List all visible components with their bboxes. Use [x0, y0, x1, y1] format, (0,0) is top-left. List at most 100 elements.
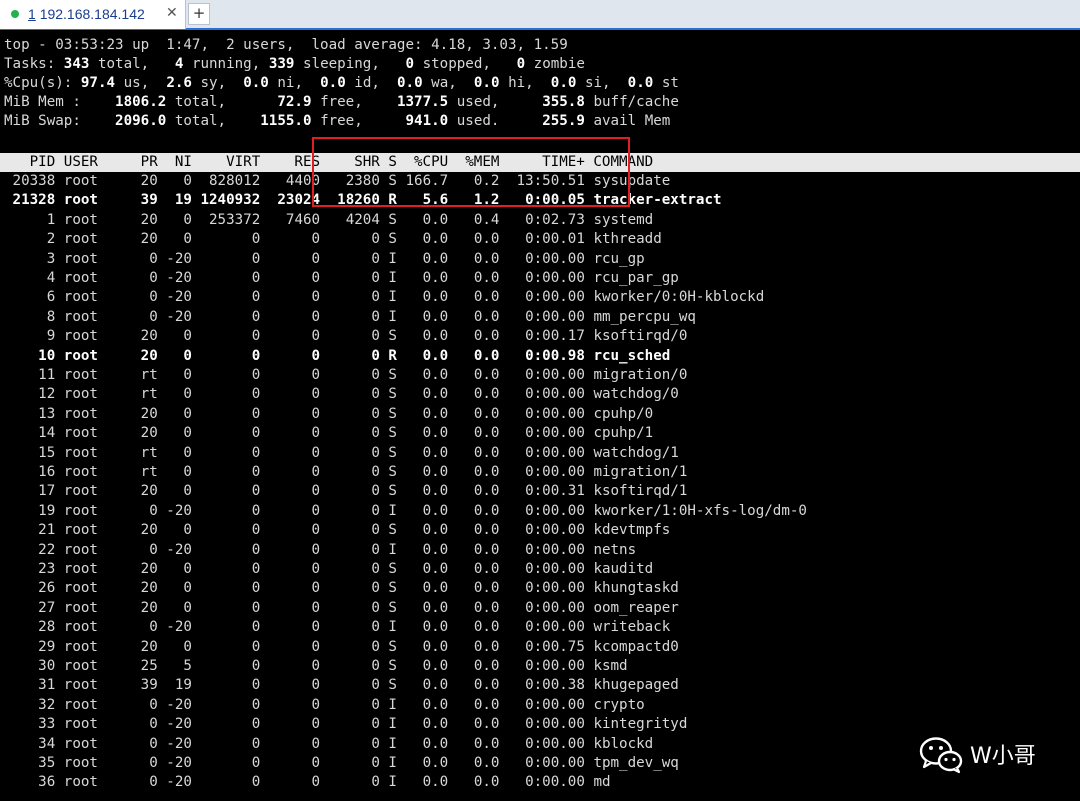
- cell-user: root: [63, 231, 133, 248]
- cell-ni: 0: [157, 464, 192, 480]
- cell-virt: 253372: [191, 211, 261, 228]
- cell-s: I: [379, 502, 397, 519]
- cell-cpu: 0.0: [396, 308, 449, 325]
- cell-mem: 0.0: [448, 716, 500, 733]
- cell-ni: 0: [157, 367, 192, 383]
- cell-ni: 0: [157, 386, 192, 403]
- cell-s: S: [379, 464, 397, 480]
- tab-bar: 1 192.168.184.142 ✕ +: [0, 0, 1080, 30]
- cell-cpu: 0.0: [396, 716, 449, 733]
- cell-s: S: [379, 367, 397, 383]
- cell-s: I: [379, 774, 397, 791]
- cell-shr: 0: [320, 755, 380, 771]
- cell-pid: 3: [4, 250, 56, 267]
- cell-mem: 0.0: [448, 638, 500, 655]
- cell-virt: 0: [191, 289, 261, 306]
- cell-pr: 0: [132, 735, 158, 752]
- close-tab-icon[interactable]: ✕: [166, 5, 178, 21]
- table-row: 21 root 20 0 0 0 0 S 0.0 0.0 0:00.00 kde…: [4, 521, 670, 540]
- cell-res: 0: [260, 677, 321, 694]
- table-row: 21328 root 39 19 1240932 23024 18260 R 5…: [4, 191, 722, 210]
- cell-pid: 4: [4, 270, 56, 286]
- cell-s: S: [379, 677, 397, 694]
- terminal-window[interactable]: top - 03:53:23 up 1:47, 2 users, load av…: [0, 30, 1080, 801]
- new-tab-button[interactable]: +: [188, 3, 210, 25]
- cell-shr: 0: [320, 464, 380, 480]
- table-row: 20338 root 20 0 828012 4400 2380 S 166.7…: [4, 172, 671, 191]
- cell-pr: 0: [132, 696, 158, 713]
- cell-res: 0: [260, 444, 321, 461]
- cell-user: root: [63, 716, 133, 733]
- cell-time: 13:50.51: [499, 173, 585, 189]
- cell-s: I: [379, 716, 397, 733]
- cell-shr: 0: [320, 580, 380, 597]
- cell-ni: 0: [157, 599, 192, 616]
- cell-pid: 35: [4, 755, 56, 771]
- cell-pr: 20: [132, 211, 158, 228]
- table-row: 29 root 20 0 0 0 0 S 0.0 0.0 0:00.75 kco…: [4, 638, 679, 657]
- cell-time: 0:00.00: [499, 425, 585, 442]
- cell-cmd: kauditd: [593, 561, 654, 577]
- cell-pid: 30: [4, 658, 56, 674]
- cell-virt: 0: [191, 250, 261, 267]
- cell-s: S: [379, 444, 397, 461]
- cell-cpu: 0.0: [396, 561, 449, 577]
- cell-mem: 0.0: [448, 308, 500, 325]
- cell-user: root: [63, 599, 133, 616]
- table-row: 26 root 20 0 0 0 0 S 0.0 0.0 0:00.00 khu…: [4, 579, 679, 598]
- cell-time: 0:00.00: [499, 541, 585, 558]
- cell-ni: -20: [157, 250, 192, 267]
- cell-pr: 20: [132, 522, 158, 539]
- cell-mem: 0.0: [448, 347, 500, 364]
- cell-shr: 0: [320, 328, 380, 345]
- cell-user: root: [63, 541, 133, 558]
- cell-ni: -20: [157, 716, 192, 733]
- cell-user: root: [63, 367, 133, 383]
- cell-res: 0: [260, 289, 321, 306]
- cell-mem: 0.0: [448, 580, 500, 597]
- cell-pid: 19: [4, 502, 56, 519]
- cell-s: I: [379, 308, 397, 325]
- cell-cpu: 0.0: [396, 289, 449, 306]
- cell-user: root: [63, 658, 133, 674]
- cell-res: 0: [260, 522, 321, 539]
- cell-cmd: ksmd: [593, 658, 628, 674]
- cell-time: 0:00.00: [499, 289, 585, 306]
- cell-s: S: [379, 580, 397, 597]
- cell-user: root: [63, 192, 133, 209]
- cell-pid: 14: [4, 425, 56, 442]
- uptime-line: top - 03:53:23 up 1:47, 2 users, load av…: [4, 37, 568, 53]
- cell-cpu: 0.0: [396, 774, 449, 791]
- cell-ni: 0: [157, 638, 192, 655]
- cell-res: 0: [260, 386, 321, 403]
- cell-s: S: [379, 173, 397, 189]
- cell-mem: 0.0: [448, 735, 500, 752]
- column-header: PID USER PR NI VIRT RES SHR S %CPU %MEM …: [4, 154, 654, 170]
- table-row: 1 root 20 0 253372 7460 4204 S 0.0 0.4 0…: [4, 211, 654, 230]
- table-row: 32 root 0 -20 0 0 0 I 0.0 0.0 0:00.00 cr…: [4, 696, 645, 715]
- cell-user: root: [63, 580, 133, 597]
- cell-cmd: crypto: [593, 696, 645, 713]
- cell-pr: rt: [132, 464, 158, 480]
- cpu-line: %Cpu(s): 97.4 us, 2.6 sy, 0.0 ni, 0.0 id…: [4, 75, 679, 91]
- cell-cpu: 0.0: [396, 231, 449, 248]
- cell-res: 0: [260, 599, 321, 616]
- cell-res: 0: [260, 347, 321, 364]
- cell-pr: 0: [132, 289, 158, 306]
- cell-pid: 23: [4, 561, 56, 577]
- session-tab[interactable]: 1 192.168.184.142 ✕: [0, 0, 186, 29]
- cell-pr: rt: [132, 444, 158, 461]
- cell-shr: 0: [320, 677, 380, 694]
- connected-status-dot-icon: [11, 10, 19, 18]
- cell-mem: 0.0: [448, 619, 500, 636]
- cell-cmd: systemd: [593, 211, 654, 228]
- cell-cpu: 0.0: [396, 755, 449, 771]
- cell-pr: 0: [132, 250, 158, 267]
- cell-cpu: 0.0: [396, 677, 449, 694]
- table-row: 28 root 0 -20 0 0 0 I 0.0 0.0 0:00.00 wr…: [4, 618, 670, 637]
- cell-ni: -20: [157, 270, 192, 286]
- cell-pr: 20: [132, 231, 158, 248]
- cell-user: root: [63, 774, 133, 791]
- cell-virt: 0: [191, 638, 261, 655]
- cell-virt: 0: [191, 367, 261, 383]
